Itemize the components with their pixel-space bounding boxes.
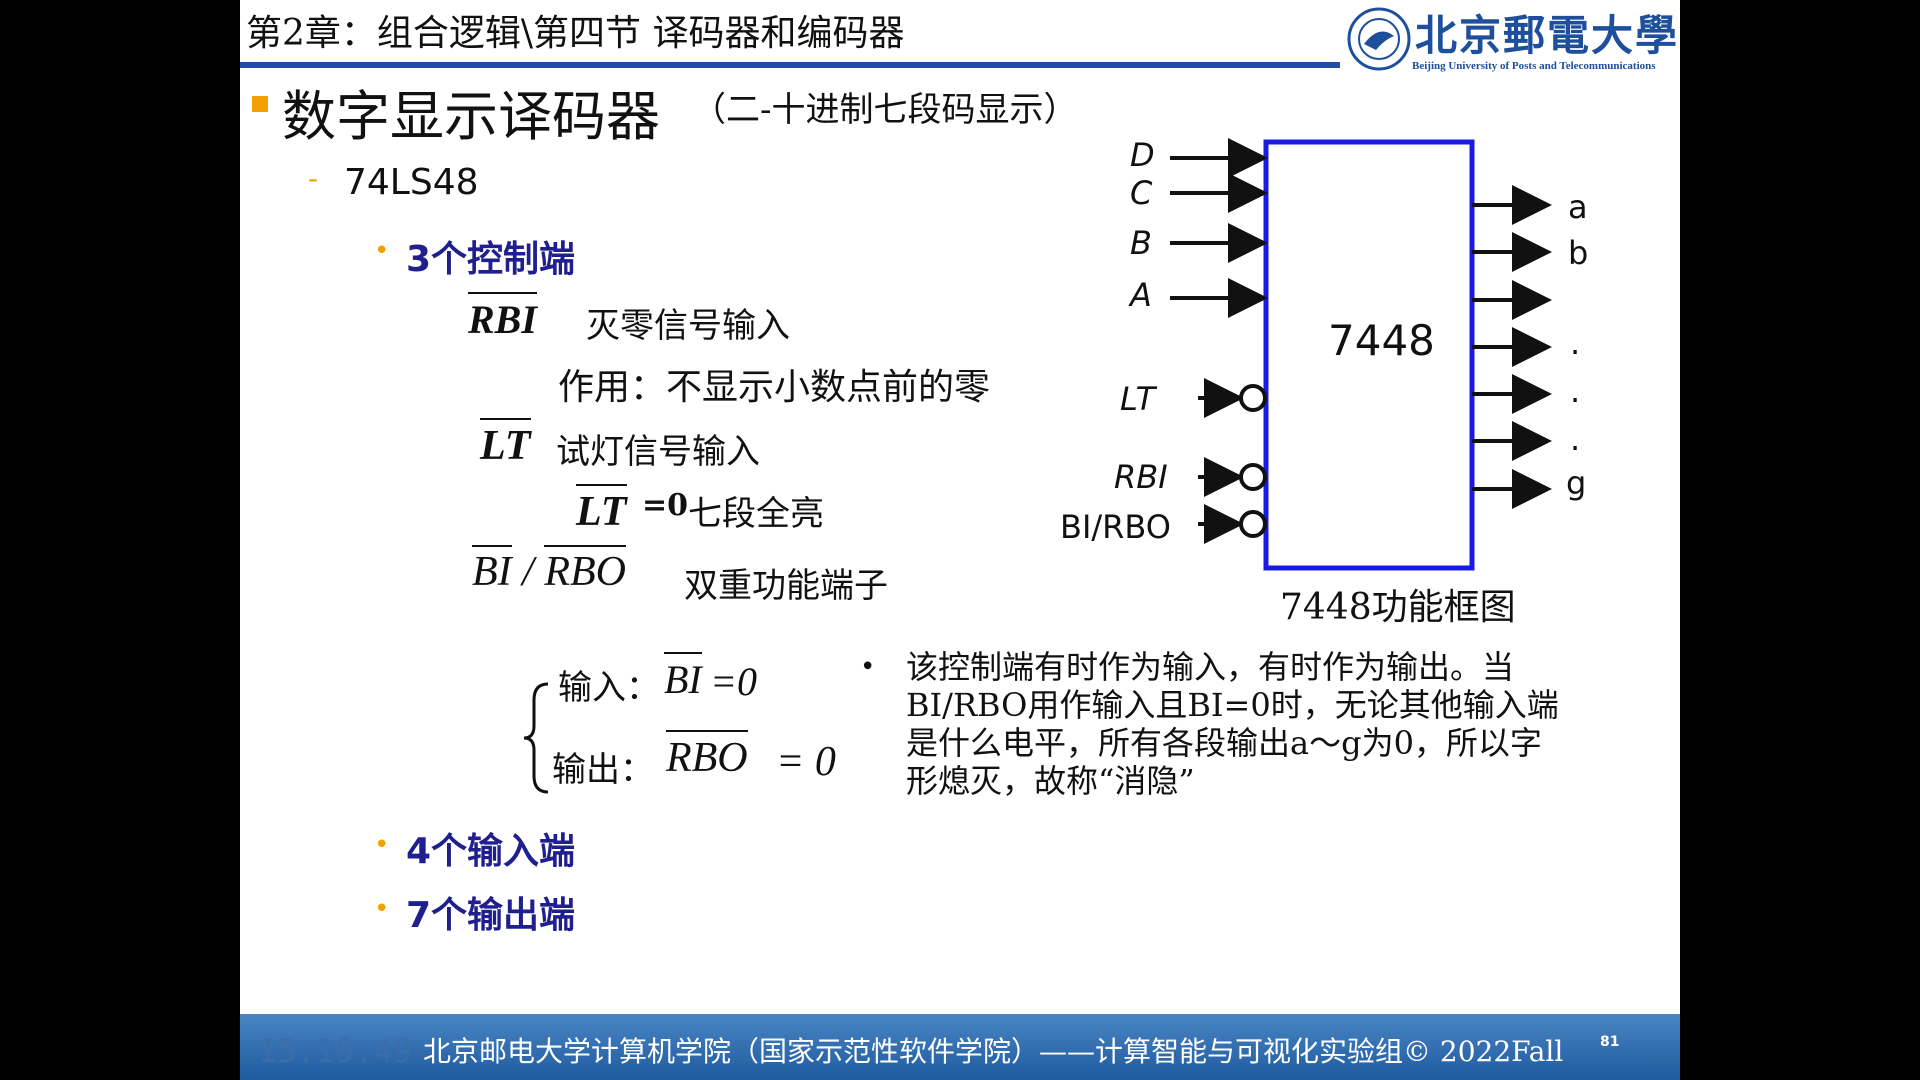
pin-label-out: .: [1570, 372, 1581, 410]
inversion-bubble-rbi: [1239, 463, 1267, 491]
inversion-bubble-lt: [1239, 384, 1267, 412]
pin-label-a: A: [1130, 276, 1152, 314]
pin-label-out: a: [1568, 188, 1588, 226]
inversion-bubble-bi-rbo: [1239, 510, 1267, 538]
chip-diagram: [1170, 138, 1552, 571]
pin-label-b: B: [1130, 224, 1152, 262]
diagram-caption: 7448功能框图: [1280, 587, 1516, 628]
footer-text: 北京邮电大学计算机学院（国家示范性软件学院）——计算智能与可视化实验组© 202…: [423, 1035, 1564, 1068]
slide: 第2章：组合逻辑\第四节 译码器和编码器 北京郵電大學 Beijing Univ…: [240, 0, 1680, 1080]
pin-label-lt: LT: [1120, 380, 1156, 418]
pin-label-rbi: RBI: [1114, 458, 1168, 496]
pin-label-bi-rbo: BI/RBO: [1060, 508, 1171, 546]
pin-label-d: D: [1130, 136, 1155, 174]
pin-label-c: C: [1130, 174, 1153, 212]
footer-time: 15:19:49: [258, 1032, 413, 1070]
page-number: 81: [1600, 1034, 1620, 1050]
pin-label-out: b: [1568, 234, 1589, 272]
pin-label-out: g: [1566, 464, 1587, 502]
pin-label-out: .: [1570, 324, 1581, 362]
pin-label-out: .: [1570, 420, 1581, 458]
chip-label: 7448: [1328, 316, 1435, 365]
